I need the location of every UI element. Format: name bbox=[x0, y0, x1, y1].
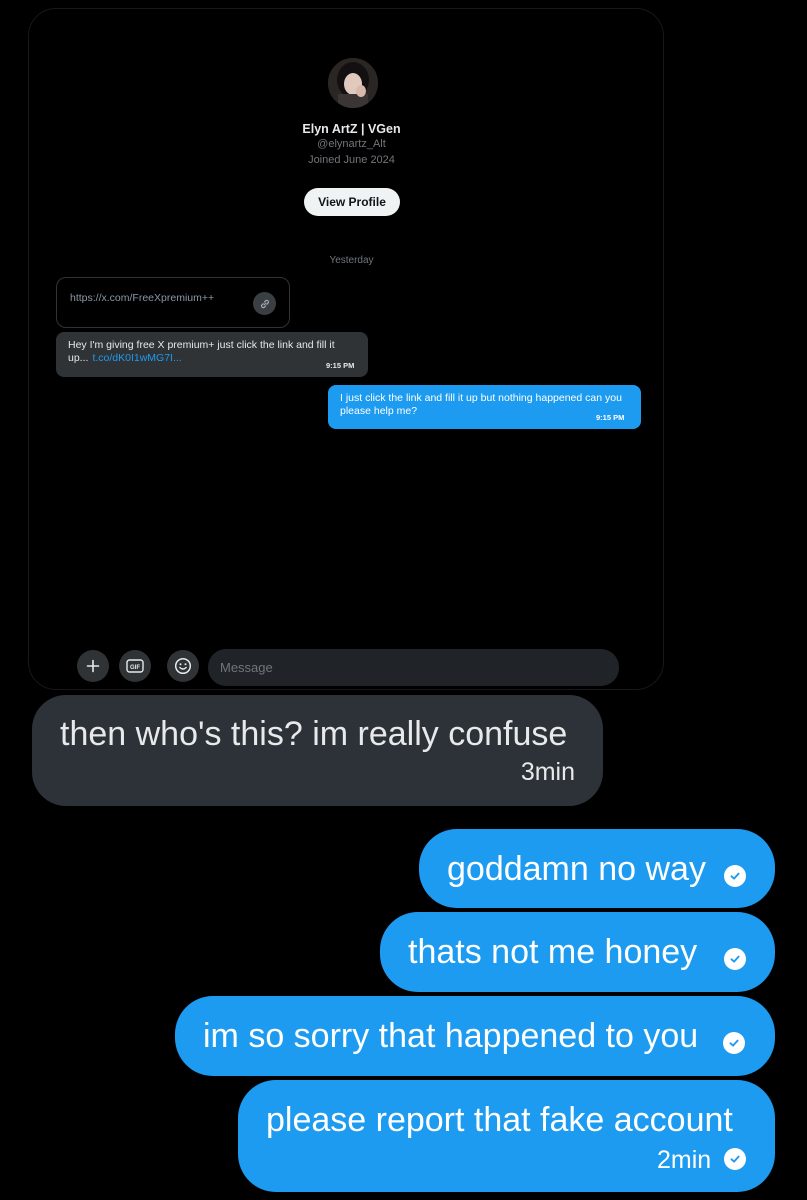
plus-icon bbox=[86, 659, 100, 673]
chat-bubble-text: thats not me honey bbox=[408, 933, 698, 971]
avatar-image bbox=[328, 58, 378, 108]
outgoing-message-time: 9:15 PM bbox=[596, 413, 625, 422]
chat-bubble-text: then who's this? im really confuse bbox=[60, 715, 568, 753]
check-circle-icon bbox=[724, 948, 746, 970]
profile-display-name: Elyn ArtZ | VGen bbox=[302, 122, 401, 136]
avatar[interactable] bbox=[328, 58, 378, 108]
date-separator: Yesterday bbox=[329, 255, 374, 266]
profile-joined-date: Joined June 2024 bbox=[308, 154, 395, 166]
chat-bubble-text: im so sorry that happened to you bbox=[203, 1017, 699, 1055]
gif-icon: GIF bbox=[126, 659, 144, 673]
outgoing-message-bubble[interactable]: I just click the link and fill it up but… bbox=[328, 385, 641, 429]
gif-button[interactable]: GIF bbox=[119, 650, 151, 682]
message-input[interactable] bbox=[208, 649, 619, 686]
link-card-url: https://x.com/FreeXpremium++ bbox=[70, 292, 215, 304]
screenshot-root: Elyn ArtZ | VGen @elynartz_Alt Joined Ju… bbox=[0, 0, 807, 1200]
view-profile-button[interactable]: View Profile bbox=[304, 188, 400, 216]
chat-bubble-time: 3min bbox=[520, 758, 575, 786]
emoji-button[interactable] bbox=[167, 650, 199, 682]
incoming-message-time: 9:15 PM bbox=[326, 361, 355, 370]
profile-handle: @elynartz_Alt bbox=[317, 138, 386, 150]
emoji-icon bbox=[174, 657, 192, 675]
chat-bubble-outgoing[interactable]: im so sorry that happened to you bbox=[175, 996, 775, 1076]
chat-bubble-outgoing[interactable]: goddamn no way bbox=[419, 829, 775, 908]
link-card[interactable]: https://x.com/FreeXpremium++ bbox=[56, 277, 290, 328]
chat-bubble-outgoing[interactable]: thats not me honey bbox=[380, 912, 775, 992]
chat-bubble-time: 2min bbox=[657, 1146, 712, 1174]
outgoing-message-text: I just click the link and fill it up but… bbox=[340, 392, 622, 417]
chat-bubble-incoming[interactable]: then who's this? im really confuse 3min bbox=[32, 695, 603, 806]
incoming-message-link[interactable]: t.co/dK0I1wMG7I... bbox=[92, 352, 181, 364]
chat-bubble-outgoing[interactable]: please report that fake account 2min bbox=[238, 1080, 775, 1192]
chat-bubble-text: please report that fake account bbox=[266, 1101, 733, 1139]
link-icon bbox=[253, 292, 276, 315]
check-circle-icon bbox=[723, 1032, 745, 1054]
incoming-message-bubble[interactable]: Hey I'm giving free X premium+ just clic… bbox=[56, 332, 368, 377]
check-circle-icon bbox=[724, 865, 746, 887]
check-circle-icon bbox=[724, 1148, 746, 1170]
gif-label: GIF bbox=[130, 665, 140, 671]
add-media-button[interactable] bbox=[77, 650, 109, 682]
chat-bubble-text: goddamn no way bbox=[447, 850, 706, 888]
